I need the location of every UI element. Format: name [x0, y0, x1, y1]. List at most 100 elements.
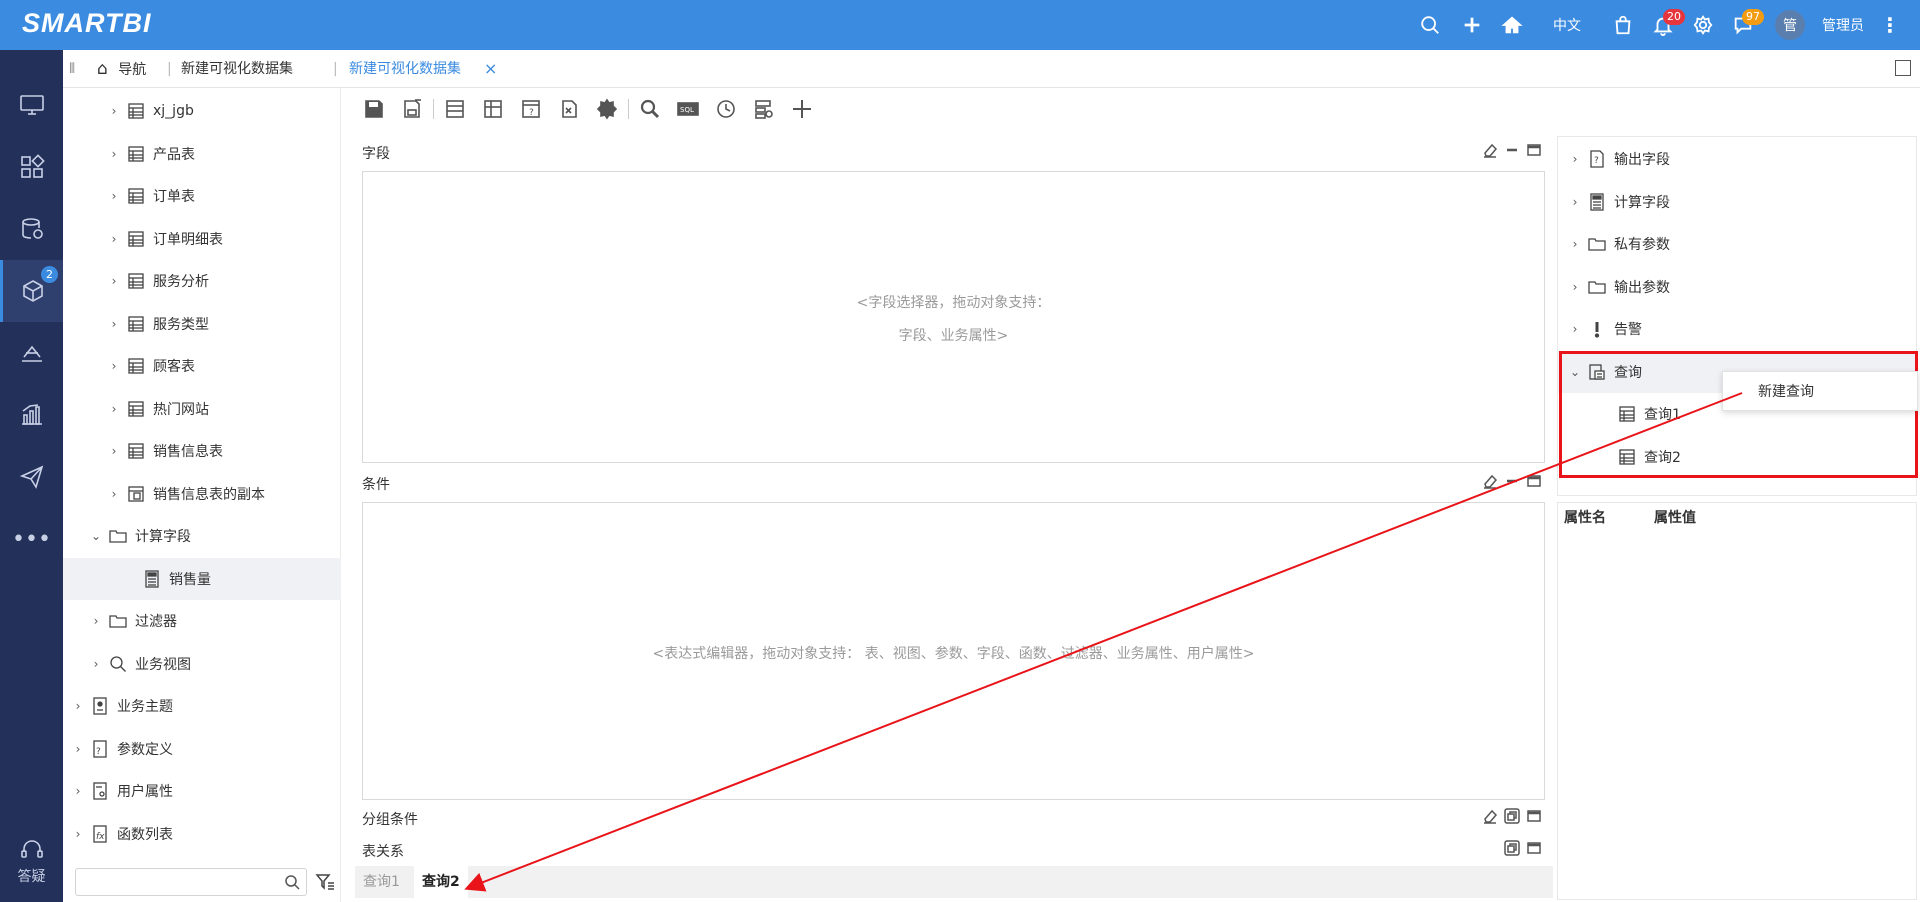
fields-drop-area[interactable]: <字段选择器，拖动对象支持： 字段、业务属性> [362, 171, 1545, 463]
tree-item[interactable]: › 订单明细表 [63, 218, 341, 260]
search-icon[interactable] [1415, 0, 1445, 50]
chevron-right-icon[interactable]: › [107, 402, 121, 416]
context-menu-new-query[interactable]: 新建查询 [1722, 371, 1918, 411]
tree-item[interactable]: › 销售信息表的副本 [63, 473, 341, 515]
tree-item[interactable]: › 服务分析 [63, 260, 341, 302]
query-tree-item[interactable]: ›? 输出字段 [1558, 138, 1918, 180]
query-tree-item[interactable]: 查询2 [1558, 436, 1918, 478]
help-label[interactable]: 答疑 [0, 866, 63, 886]
tree-item[interactable]: › 产品表 [63, 133, 341, 175]
maximize-icon[interactable] [1526, 808, 1542, 824]
chevron-right-icon[interactable]: › [107, 487, 121, 501]
save-as-icon[interactable] [393, 94, 431, 124]
column-view-icon[interactable] [474, 94, 512, 124]
chevron-right-icon[interactable]: › [107, 359, 121, 373]
search-icon[interactable] [284, 874, 300, 890]
message-icon[interactable] [1728, 0, 1758, 50]
tree-search-input[interactable] [82, 869, 282, 895]
nav-tab[interactable]: ⌂ 导航 [97, 50, 146, 88]
chevron-right-icon[interactable]: › [1568, 280, 1582, 294]
tree-item[interactable]: › 用户属性 [63, 770, 341, 812]
nav-dataset-icon[interactable]: 2 [0, 260, 63, 322]
chevron-right-icon[interactable]: › [107, 232, 121, 246]
chevron-right-icon[interactable]: › [89, 657, 103, 671]
chevron-right-icon[interactable]: › [71, 742, 85, 756]
user-avatar-button[interactable]: 管 [1773, 0, 1807, 50]
cache-settings-icon[interactable] [745, 94, 783, 124]
tab-dataset-1[interactable]: 新建可视化数据集 [181, 50, 293, 88]
filter-icon[interactable] [315, 872, 335, 892]
chevron-right-icon[interactable]: › [1568, 322, 1582, 336]
query-tree-item[interactable]: › 告警 [1558, 308, 1918, 350]
table-view-icon[interactable] [436, 94, 474, 124]
chevron-right-icon[interactable]: › [107, 189, 121, 203]
maximize-icon[interactable] [1526, 473, 1542, 489]
chevron-right-icon[interactable]: › [1568, 152, 1582, 166]
settings-gear-icon[interactable] [1688, 0, 1718, 50]
maximize-icon[interactable] [1526, 142, 1542, 158]
chevron-right-icon[interactable]: › [107, 444, 121, 458]
export-icon[interactable] [550, 94, 588, 124]
nav-analysis-icon[interactable] [0, 322, 63, 384]
nav-more-icon[interactable]: ••• [0, 508, 63, 570]
tree-item[interactable]: › 销售信息表 [63, 430, 341, 472]
tree-item[interactable]: ⌄ 计算字段 [63, 515, 341, 557]
tree-item[interactable]: › 过滤器 [63, 600, 341, 642]
chevron-right-icon[interactable]: › [1568, 237, 1582, 251]
minimize-icon[interactable] [1504, 473, 1520, 489]
eraser-icon[interactable] [1482, 142, 1498, 158]
query-tab-2[interactable]: 查询2 [414, 866, 468, 898]
tree-item[interactable]: › 服务类型 [63, 303, 341, 345]
add-icon[interactable] [1457, 0, 1487, 50]
chevron-right-icon[interactable]: › [71, 827, 85, 841]
eraser-icon[interactable] [1482, 473, 1498, 489]
restore-icon[interactable] [1504, 840, 1520, 856]
chevron-right-icon[interactable]: › [107, 274, 121, 288]
preview-search-icon[interactable] [631, 94, 669, 124]
schedule-clock-icon[interactable] [707, 94, 745, 124]
nav-datasource-icon[interactable] [0, 198, 63, 260]
tree-item[interactable]: › 业务视图 [63, 643, 341, 685]
nav-monitor-icon[interactable] [0, 74, 63, 136]
maximize-icon[interactable] [1895, 60, 1911, 76]
chevron-right-icon[interactable]: › [89, 614, 103, 628]
chevron-right-icon[interactable]: › [107, 317, 121, 331]
chevron-right-icon[interactable]: › [107, 147, 121, 161]
tree-item[interactable]: › fx 函数列表 [63, 813, 341, 855]
tree-item[interactable]: › 顾客表 [63, 345, 341, 387]
language-switch[interactable]: 中文 [1545, 0, 1589, 50]
nav-dashboard-icon[interactable] [0, 136, 63, 198]
query-tab-1[interactable]: 查询1 [355, 866, 408, 898]
tree-item[interactable]: 销售量 [63, 557, 341, 600]
save-icon[interactable] [355, 94, 393, 124]
maximize-icon[interactable] [1526, 840, 1542, 856]
headset-icon[interactable] [0, 830, 63, 870]
param-view-icon[interactable]: ? [512, 94, 550, 124]
nav-publish-icon[interactable] [0, 446, 63, 508]
home-icon[interactable] [1497, 0, 1527, 50]
sql-icon[interactable]: SQL [669, 94, 707, 124]
tree-item[interactable]: ›? 参数定义 [63, 728, 341, 770]
tab-close-icon[interactable]: × [484, 50, 497, 88]
eraser-icon[interactable] [1482, 808, 1498, 824]
restore-icon[interactable] [1504, 808, 1520, 824]
chevron-down-icon[interactable]: ⌄ [89, 529, 103, 543]
chevron-right-icon[interactable]: › [107, 104, 121, 118]
shopping-bag-icon[interactable] [1608, 0, 1638, 50]
collapse-handle-icon[interactable]: ⦀ [69, 50, 75, 88]
query-tree-item[interactable]: › 私有参数 [1558, 223, 1918, 265]
settings-gear-icon[interactable] [588, 94, 626, 124]
query-tree-item[interactable]: › 计算字段 [1558, 181, 1918, 223]
tree-item[interactable]: › xj_jgb [63, 90, 341, 132]
user-name[interactable]: 管理员 [1813, 0, 1873, 50]
chevron-right-icon[interactable]: › [71, 784, 85, 798]
tree-item[interactable]: › 业务主题 [63, 685, 341, 727]
query-tree-item[interactable]: › 输出参数 [1558, 266, 1918, 308]
notification-bell-icon[interactable] [1648, 0, 1678, 50]
tree-item[interactable]: › 订单表 [63, 175, 341, 217]
tab-dataset-active[interactable]: 新建可视化数据集 [349, 50, 461, 88]
nav-chart-icon[interactable] [0, 384, 63, 446]
tree-item[interactable]: › 热门网站 [63, 388, 341, 430]
minimize-icon[interactable] [1504, 142, 1520, 158]
chevron-right-icon[interactable]: › [1568, 195, 1582, 209]
